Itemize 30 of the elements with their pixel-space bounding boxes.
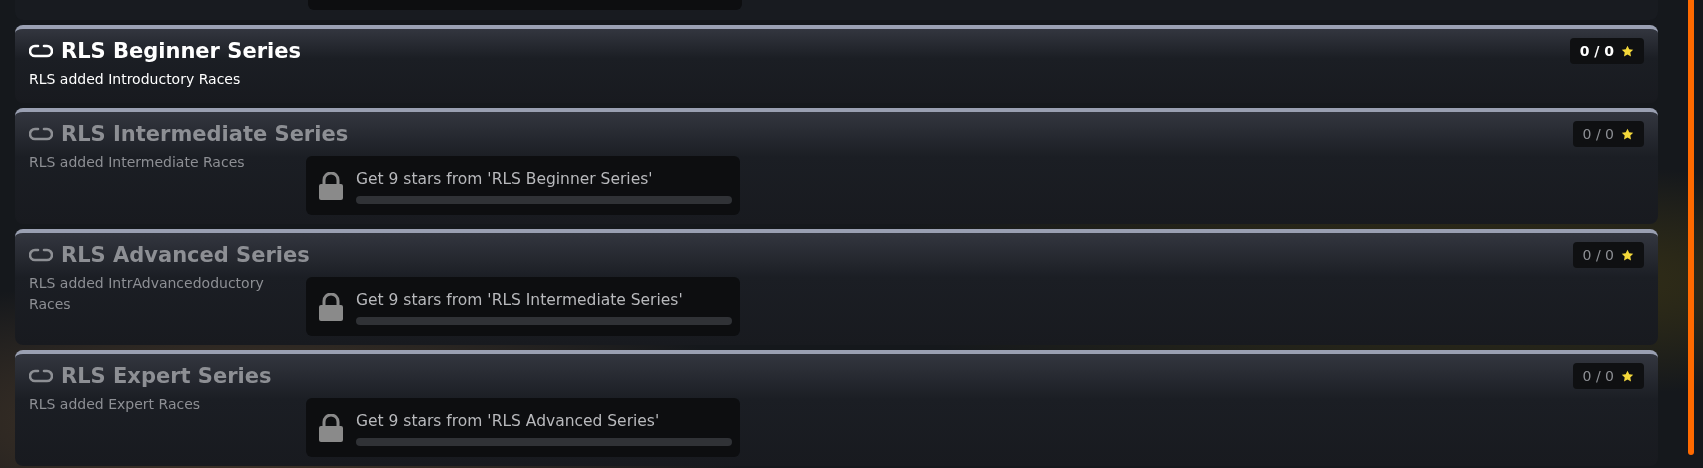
link-icon (29, 248, 53, 262)
requirement-text: Get 9 stars from 'RLS Intermediate Series' (356, 290, 684, 309)
star-count: 0 / 0 (1572, 242, 1644, 268)
link-icon (29, 127, 53, 141)
series-card[interactable]: RLS Intermediate Series RLS added Intermediate Races Get 9 stars from 'RLS Beginner Series' 0 / 0 (15, 108, 1658, 224)
lock-icon (318, 171, 344, 200)
series-card[interactable]: RLS Advanced Series RLS added IntrAdvancedoductory Races Get 9 stars from 'RLS Intermediate Series' 0 / 0 (15, 229, 1658, 345)
star-icon (1621, 369, 1634, 383)
series-description: RLS added Intermediate Races (29, 153, 246, 172)
link-icon (29, 44, 53, 58)
lock-icon (318, 413, 344, 442)
series-title: RLS Beginner Series (61, 39, 301, 63)
series-title: RLS Intermediate Series (61, 122, 349, 146)
star-count: 0 / 0 (1569, 38, 1644, 64)
series-description: RLS added Introductory Races (29, 70, 242, 89)
star-icon (1621, 127, 1634, 141)
series-title: RLS Expert Series (61, 364, 272, 388)
series-title: RLS Advanced Series (61, 243, 310, 267)
requirement-text: Get 9 stars from 'RLS Advanced Series' (356, 411, 661, 430)
series-card[interactable]: RLS Beginner Series RLS added Introductory Races 0 / 0 (15, 25, 1658, 103)
star-icon (1621, 248, 1634, 262)
series-description: RLS added IntrAdvancedoductory Races (29, 274, 265, 314)
series-description: RLS added Expert Races (29, 395, 202, 414)
link-icon (29, 369, 53, 383)
requirement-text: Get 9 stars from 'RLS Beginner Series' (356, 169, 654, 188)
star-icon (1621, 44, 1634, 58)
star-count: 0 / 0 (1572, 121, 1644, 147)
star-count: 0 / 0 (1572, 363, 1644, 389)
series-card[interactable]: RLS Expert Series RLS added Expert Races Get 9 stars from 'RLS Advanced Series' 0 / 0 (15, 350, 1658, 466)
lock-icon (318, 292, 344, 321)
